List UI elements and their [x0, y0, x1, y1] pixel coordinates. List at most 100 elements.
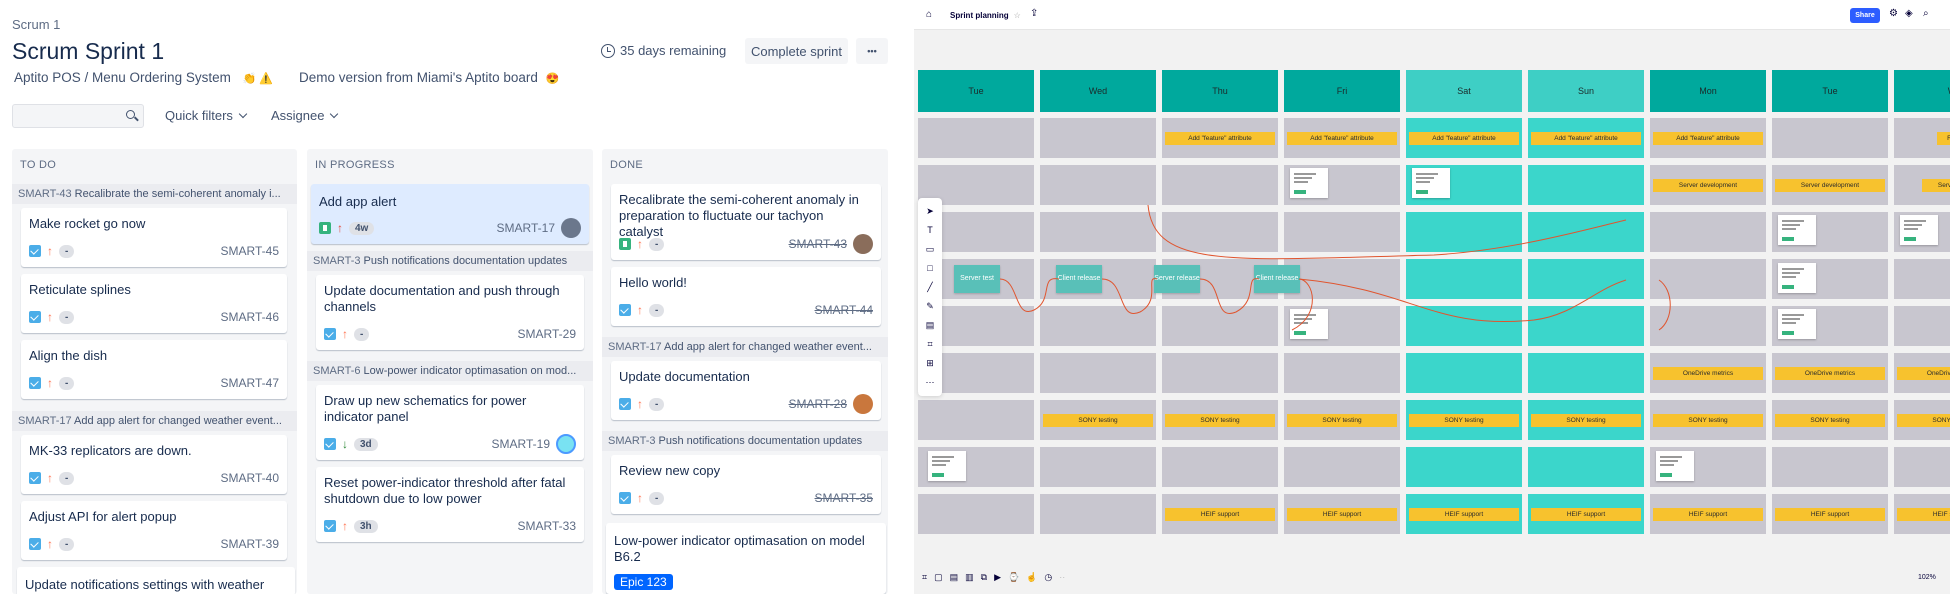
demo-emoji: 😍 [545, 73, 560, 85]
column-done: DONE Recalibrate the semi-coherent anoma… [602, 149, 888, 594]
jira-sprint-board: Scrum 1 Scrum Sprint 1 35 days remaining… [0, 0, 898, 594]
timer-icon[interactable]: ⌚ [1008, 572, 1019, 583]
priority-low-icon: ↓ [342, 437, 348, 451]
issue-card[interactable]: Hello world! ↑ - SMART-44 [611, 267, 881, 326]
priority-medium-icon: ↑ [47, 244, 53, 258]
frames-icon[interactable]: ⌗ [922, 572, 927, 583]
comments-icon[interactable]: ▤ [950, 572, 959, 583]
swimlane-header[interactable]: SMART-3 Push notifications documentation… [307, 251, 593, 271]
issue-card[interactable]: Update documentation ↑ - SMART-28 [611, 361, 881, 420]
swimlane-key: SMART-3 [313, 255, 361, 267]
issue-card[interactable]: Review new copy ↑ - SMART-35 [611, 455, 881, 514]
issue-card[interactable]: Low-power indicator optimasation on mode… [606, 523, 886, 594]
frame-icon[interactable]: ⌗ [918, 339, 942, 350]
issue-card[interactable]: Reticulate splines ↑ - SMART-46 [21, 274, 287, 333]
issue-card[interactable]: Make rocket go now ↑ - SMART-45 [21, 208, 287, 267]
issue-key[interactable]: SMART-39 [221, 537, 279, 551]
swimlane-title: Push notifications documentation updates [363, 255, 568, 267]
issue-card[interactable]: Add app alert ↑ 4w SMART-17 [311, 184, 589, 244]
estimate-badge: - [649, 303, 665, 317]
select-icon[interactable]: ➤ [918, 206, 942, 217]
demo-caption-text: Demo version from Miami's Aptito board [299, 70, 538, 85]
task-icon [29, 245, 41, 257]
issue-key[interactable]: SMART-33 [518, 519, 576, 533]
shape-icon[interactable]: □ [918, 263, 942, 273]
task-icon [619, 398, 631, 410]
issue-title: Update notifications settings with weath… [25, 577, 265, 592]
avatar[interactable] [556, 434, 576, 454]
task-icon [324, 438, 336, 450]
cards-icon[interactable]: ▥ [965, 572, 974, 583]
issue-key[interactable]: SMART-47 [221, 376, 279, 390]
issue-card[interactable]: Recalibrate the semi-coherent anomaly in… [611, 184, 881, 260]
issue-title: MK-33 replicators are down. [29, 443, 192, 458]
connector[interactable] [1101, 278, 1158, 314]
line-icon[interactable]: ╱ [918, 282, 942, 293]
connector[interactable] [1658, 279, 1671, 331]
issue-title: Adjust API for alert popup [29, 509, 177, 524]
connector[interactable] [1298, 278, 1627, 323]
assignee-dropdown[interactable]: Assignee [271, 108, 339, 123]
breadcrumb[interactable]: Scrum 1 [12, 17, 60, 32]
issue-key[interactable]: SMART-17 [497, 221, 555, 235]
issue-card[interactable]: Align the dish ↑ - SMART-47 [21, 340, 287, 399]
zoom-level[interactable]: 102% [1918, 574, 1936, 581]
story-icon [619, 238, 631, 250]
history-icon[interactable]: ◷ [1044, 572, 1052, 583]
issue-card[interactable]: Update documentation and push through ch… [316, 275, 584, 350]
issue-key[interactable]: SMART-28 [789, 397, 847, 411]
issue-title: Update documentation and push through ch… [324, 283, 560, 314]
issue-key[interactable]: SMART-44 [815, 303, 873, 317]
swimlane-header[interactable]: SMART-17 Add app alert for changed weath… [602, 337, 888, 357]
swimlane-header[interactable]: SMART-43 Recalibrate the semi-coherent a… [12, 184, 297, 204]
issue-card[interactable]: Draw up new schematics for power indicat… [316, 385, 584, 460]
more-actions-button[interactable]: ••• [856, 38, 888, 64]
reactions-icon[interactable]: ☝ [1026, 572, 1037, 583]
collapse-icon[interactable]: ·· [1059, 572, 1065, 582]
connector[interactable] [999, 278, 1060, 313]
quick-filters-dropdown[interactable]: Quick filters [165, 108, 248, 123]
complete-sprint-button[interactable]: Complete sprint [745, 38, 848, 64]
swimlane-header[interactable]: SMART-6 Low-power indicator optimasation… [307, 361, 593, 381]
connector-lines [999, 204, 1671, 331]
screenshare-icon[interactable]: ⧉ [981, 572, 987, 583]
avatar[interactable] [853, 234, 873, 254]
swimlane-key: SMART-17 [608, 341, 662, 353]
connector[interactable] [1147, 204, 1627, 260]
issue-key[interactable]: SMART-19 [492, 437, 550, 451]
upload-content-icon[interactable]: ⊞ [918, 358, 942, 369]
priority-medium-icon: ↑ [637, 397, 643, 411]
issue-card[interactable]: MK-33 replicators are down. ↑ - SMART-40 [21, 435, 287, 494]
issue-key[interactable]: SMART-40 [221, 471, 279, 485]
sticky-note-icon[interactable]: ▭ [918, 244, 942, 255]
task-icon [619, 492, 631, 504]
issue-card[interactable]: Reset power-indicator threshold after fa… [316, 467, 584, 542]
more-tools-icon[interactable]: ⋯ [918, 377, 942, 388]
comment-icon[interactable]: ▤ [918, 320, 942, 331]
search-input[interactable] [12, 104, 144, 128]
issue-key[interactable]: SMART-45 [221, 244, 279, 258]
text-icon[interactable]: T [918, 225, 942, 235]
issue-card[interactable]: Update notifications settings with weath… [17, 567, 295, 594]
swimlane-header[interactable]: SMART-17 Add app alert for changed weath… [12, 411, 297, 431]
issue-title: Align the dish [29, 348, 108, 363]
search-icon [126, 110, 135, 119]
issue-key[interactable]: SMART-43 [789, 237, 847, 251]
swimlane-header[interactable]: SMART-3 Push notifications documentation… [602, 431, 888, 451]
epic-badge[interactable]: Epic 123 [614, 574, 673, 590]
chat-icon[interactable]: ▢ [934, 572, 943, 583]
connector[interactable] [1199, 278, 1260, 314]
issue-card[interactable]: Adjust API for alert popup ↑ - SMART-39 [21, 501, 287, 560]
swimlane-title: Recalibrate the semi-coherent anomaly i.… [74, 188, 281, 200]
video-icon[interactable]: ▶ [994, 572, 1001, 583]
avatar[interactable] [561, 218, 581, 238]
avatar[interactable] [853, 394, 873, 414]
task-icon [29, 377, 41, 389]
connector[interactable] [1291, 278, 1313, 331]
issue-key[interactable]: SMART-29 [518, 327, 576, 341]
swimlane-title: Add app alert for changed weather event.… [664, 341, 872, 353]
issue-key[interactable]: SMART-35 [815, 491, 873, 505]
pen-icon[interactable]: ✎ [918, 301, 942, 312]
issue-key[interactable]: SMART-46 [221, 310, 279, 324]
swimlane-key: SMART-17 [18, 415, 72, 427]
